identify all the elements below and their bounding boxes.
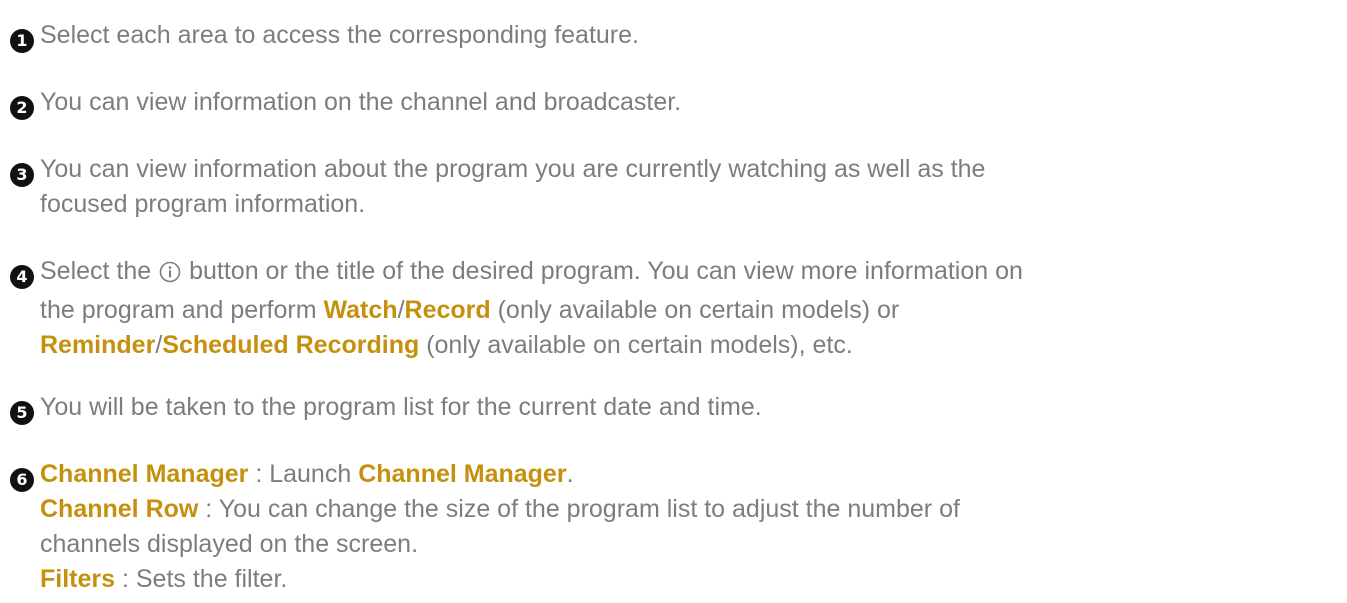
record-label: Record bbox=[404, 296, 491, 324]
scheduled-recording-label: Scheduled Recording bbox=[162, 331, 420, 359]
step-text: Select the bbox=[40, 257, 152, 285]
step-6: 6 Channel Manager : Launch Channel Manage… bbox=[10, 457, 1330, 597]
step-text: You will be taken to the program list fo… bbox=[40, 393, 762, 421]
step-number-badge: 3 bbox=[10, 163, 34, 187]
step-text: : Launch bbox=[248, 460, 359, 488]
step-4: 4 Select the button or the title of the d… bbox=[10, 254, 1330, 363]
step-number-badge: 1 bbox=[10, 29, 34, 53]
step-text: You can view information on the channel … bbox=[40, 88, 682, 116]
step-text: (only available on certain models), etc. bbox=[426, 331, 853, 359]
step-number-badge: 4 bbox=[10, 265, 34, 289]
reminder-label: Reminder bbox=[40, 331, 156, 359]
help-page: 1 Select each area to access the correspo… bbox=[0, 0, 1347, 603]
step-text: Select each area to access the correspon… bbox=[40, 21, 639, 49]
slash-separator: / bbox=[397, 296, 405, 324]
watch-label: Watch bbox=[323, 296, 398, 324]
step-text: button or the title of the desired progr… bbox=[189, 257, 1023, 285]
step-text: : You can change the size of the program… bbox=[198, 495, 960, 523]
info-icon bbox=[159, 258, 181, 293]
channel-manager-target: Channel Manager bbox=[358, 460, 567, 488]
channel-row-label: Channel Row bbox=[40, 495, 199, 523]
step-5: 5 You will be taken to the program list f… bbox=[10, 390, 1330, 425]
step-text: (only available on certain models) or bbox=[497, 296, 900, 324]
step-text: the program and perform bbox=[40, 296, 317, 324]
channel-manager-label: Channel Manager bbox=[40, 460, 249, 488]
step-text-continued: focused program information. bbox=[40, 190, 366, 218]
step-3: 3 You can view information about the prog… bbox=[10, 152, 1330, 222]
filters-label: Filters bbox=[40, 565, 116, 593]
step-text: : Sets the filter. bbox=[115, 565, 288, 593]
step-text: You can view information about the progr… bbox=[40, 155, 986, 183]
step-1: 1 Select each area to access the correspo… bbox=[10, 18, 1330, 53]
step-2: 2 You can view information on the channel… bbox=[10, 85, 1330, 120]
step-number-badge: 5 bbox=[10, 401, 34, 425]
step-number-badge: 2 bbox=[10, 96, 34, 120]
step-number-badge: 6 bbox=[10, 468, 34, 492]
step-text: . bbox=[566, 460, 574, 488]
step-text-continued: channels displayed on the screen. bbox=[40, 530, 419, 558]
